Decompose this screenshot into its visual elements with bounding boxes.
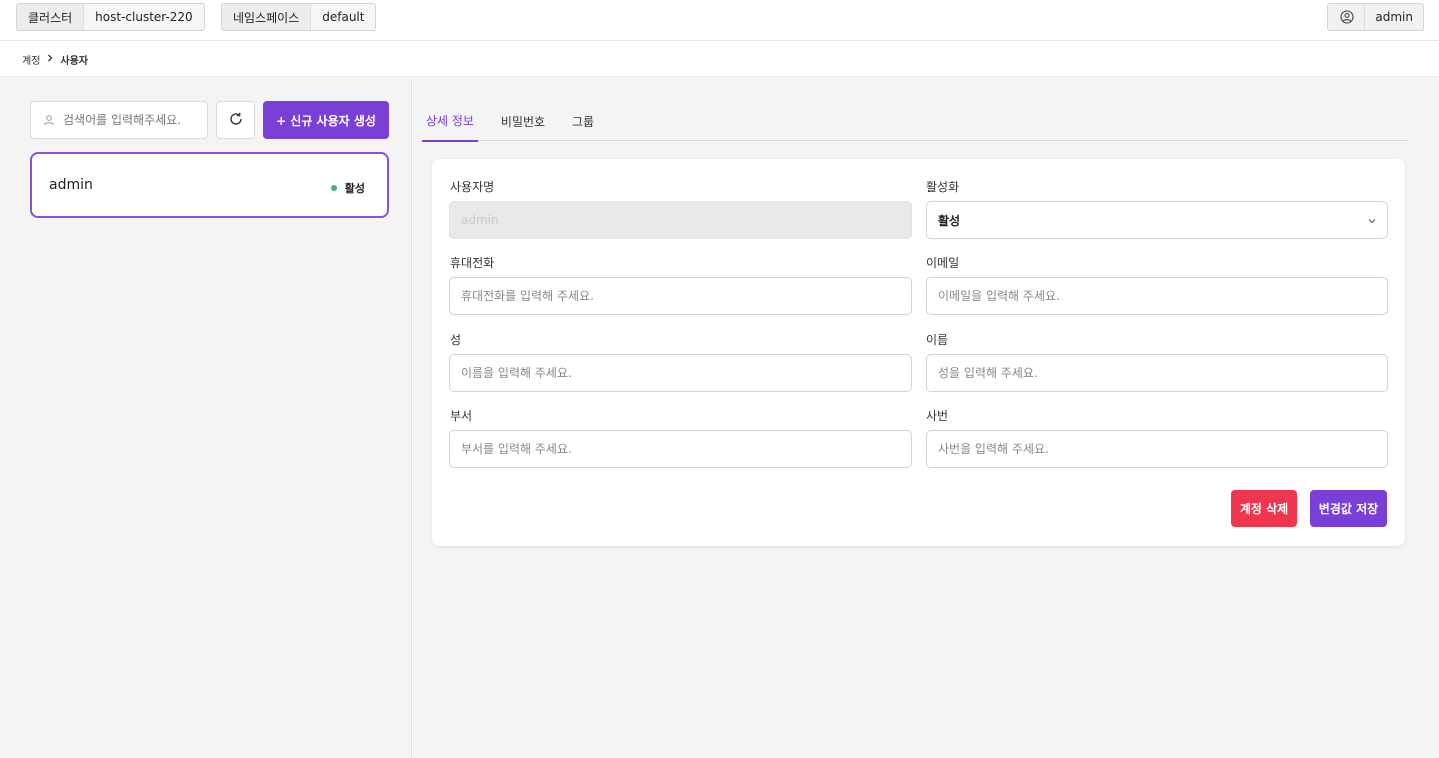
first-name-label: 이름 — [926, 333, 949, 347]
user-name: admin — [49, 177, 93, 193]
search-input[interactable] — [63, 113, 203, 127]
first-name-field[interactable] — [926, 354, 1388, 392]
status-badge: 활성 — [330, 180, 365, 196]
chevron-right-icon — [46, 54, 54, 65]
user-menu-name: admin — [1364, 4, 1423, 30]
namespace-value: default — [310, 4, 376, 30]
breadcrumb-current: 사용자 — [60, 55, 89, 67]
department-field[interactable] — [449, 430, 912, 468]
search-box[interactable] — [30, 101, 208, 139]
namespace-label: 네임스페이스 — [222, 4, 311, 30]
top-bar: 클러스터 host-cluster-220 네임스페이스 default adm… — [0, 0, 1439, 41]
first-name-input[interactable] — [938, 366, 1376, 380]
create-user-button[interactable]: + 신규 사용자 생성 — [263, 101, 389, 139]
email-field[interactable] — [926, 277, 1388, 315]
email-label: 이메일 — [926, 256, 960, 270]
employee-id-input[interactable] — [938, 442, 1376, 456]
status-dot-icon — [330, 185, 337, 191]
namespace-selector[interactable]: 네임스페이스 default — [221, 3, 377, 31]
user-menu[interactable]: admin — [1327, 3, 1424, 31]
tab-bar: 상세 정보 비밀번호 그룹 — [422, 101, 1408, 142]
phone-input[interactable] — [461, 289, 900, 303]
employee-id-label: 사번 — [926, 409, 949, 423]
phone-label: 휴대전화 — [450, 256, 495, 270]
activation-select[interactable]: 활성 — [926, 201, 1388, 239]
breadcrumb-parent[interactable]: 계정 — [22, 52, 40, 67]
tab-groups[interactable]: 그룹 — [567, 101, 599, 141]
email-input[interactable] — [938, 289, 1376, 303]
department-input[interactable] — [461, 442, 900, 456]
status-text: 활성 — [344, 182, 365, 195]
activation-label: 활성화 — [926, 180, 960, 194]
department-label: 부서 — [450, 409, 473, 423]
list-item[interactable]: admin 활성 — [30, 152, 389, 218]
breadcrumb: 계정 사용자 — [22, 52, 89, 67]
user-list-panel: + 신규 사용자 생성 admin 활성 — [0, 77, 412, 758]
user-icon — [43, 114, 55, 126]
username-input — [461, 213, 900, 227]
tab-details[interactable]: 상세 정보 — [422, 101, 478, 142]
delete-account-button[interactable]: 계정 삭제 — [1231, 490, 1297, 527]
cluster-selector[interactable]: 클러스터 host-cluster-220 — [16, 3, 205, 31]
username-label: 사용자명 — [450, 180, 495, 194]
employee-id-field[interactable] — [926, 430, 1388, 468]
tab-password[interactable]: 비밀번호 — [492, 101, 554, 141]
username-field — [449, 201, 912, 239]
last-name-label: 성 — [450, 333, 462, 347]
last-name-input[interactable] — [461, 366, 900, 380]
user-circle-icon — [1328, 10, 1364, 24]
activation-value: 활성 — [938, 213, 961, 228]
last-name-field[interactable] — [449, 354, 912, 392]
user-detail-panel: 상세 정보 비밀번호 그룹 사용자명 활성화 활성 휴대전화 이메일 성 — [413, 77, 1439, 758]
cluster-label: 클러스터 — [17, 4, 84, 30]
cluster-value: host-cluster-220 — [83, 4, 204, 30]
chevron-down-icon — [1368, 213, 1376, 227]
refresh-button[interactable] — [216, 101, 255, 139]
save-changes-button[interactable]: 변경값 저장 — [1310, 490, 1387, 527]
phone-field[interactable] — [449, 277, 912, 315]
refresh-icon — [228, 111, 244, 130]
user-detail-form: 사용자명 활성화 활성 휴대전화 이메일 성 이름 부서 — [432, 159, 1405, 546]
